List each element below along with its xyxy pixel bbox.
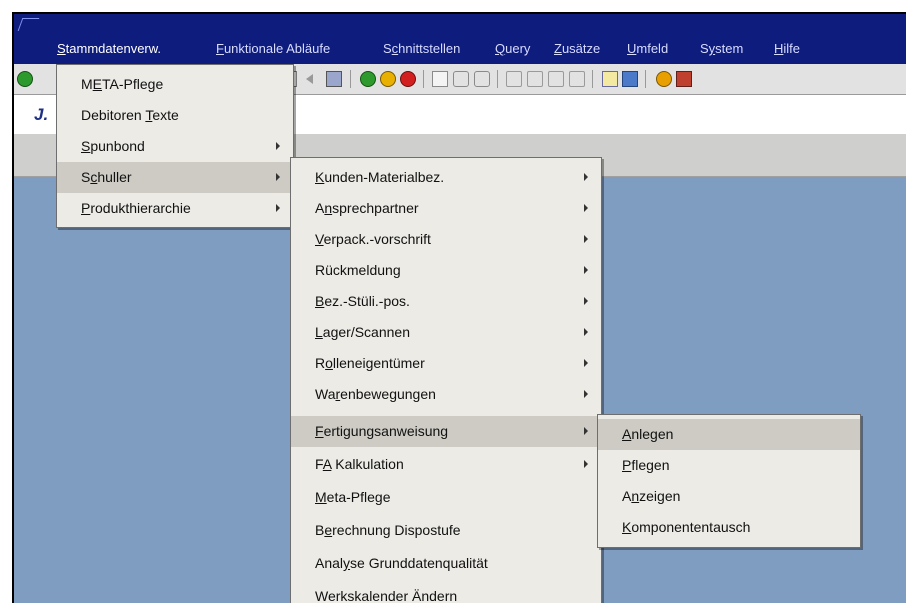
- submenu-arrow-icon: [584, 235, 588, 243]
- menu2-item-label: Meta-Pflege: [315, 489, 391, 505]
- next-page-icon[interactable]: [548, 71, 564, 87]
- menu2-item-label: FA Kalkulation: [315, 456, 404, 472]
- menu1-item-schuller[interactable]: Schuller: [57, 162, 293, 193]
- menu2-item-label: Kunden-Materialbez.: [315, 169, 445, 185]
- menu-fertigungsanweisung-submenu: Anlegen Pflegen Anzeigen Komponententaus…: [597, 414, 861, 548]
- submenu-arrow-icon: [584, 297, 588, 305]
- back-icon[interactable]: [306, 74, 313, 84]
- first-page-icon[interactable]: [506, 71, 522, 87]
- submenu-arrow-icon: [276, 173, 280, 181]
- menu2-item-fertigungsanweisung[interactable]: Fertigungsanweisung: [291, 416, 601, 447]
- menu1-item-meta-pflege[interactable]: META-Pflege: [57, 69, 293, 100]
- menu-stammdatenverw-dropdown: META-Pflege Debitoren Texte Spunbond Sch…: [56, 64, 294, 228]
- menu-bar: Stammdatenverw. Funktionale Abläufe Schn…: [14, 14, 906, 64]
- menu-stammdatenverw[interactable]: Stammdatenverw.: [57, 41, 161, 56]
- menu1-item-label: Debitoren Texte: [81, 107, 179, 123]
- menu2-item-verpack-vorschrift[interactable]: Verpack.-vorschrift: [291, 224, 601, 255]
- screen-title: J.: [34, 105, 49, 124]
- menu2-item-lager-scannen[interactable]: Lager/Scannen: [291, 317, 601, 348]
- shortcut-icon[interactable]: [622, 71, 638, 87]
- window-menu-icon[interactable]: [17, 18, 40, 31]
- menu3-item-komponententausch[interactable]: Komponententausch: [598, 512, 860, 543]
- submenu-arrow-icon: [584, 390, 588, 398]
- menu1-item-spunbond[interactable]: Spunbond: [57, 131, 293, 162]
- menu3-item-anzeigen[interactable]: Anzeigen: [598, 481, 860, 512]
- menu3-item-pflegen[interactable]: Pflegen: [598, 450, 860, 481]
- menu2-item-label: Berechnung Dispostufe: [315, 522, 461, 538]
- print-icon[interactable]: [432, 71, 448, 87]
- menu-funktionale-ablaeufe[interactable]: Funktionale Abläufe: [216, 41, 330, 56]
- menu2-item-kunden-materialbez[interactable]: Kunden-Materialbez.: [291, 162, 601, 193]
- menu1-item-debitoren-texte[interactable]: Debitoren Texte: [57, 100, 293, 131]
- menu-schnittstellen[interactable]: Schnittstellen: [383, 41, 460, 56]
- menu2-item-label: Rückmeldung: [315, 262, 401, 278]
- menu2-item-label: Ansprechpartner: [315, 200, 419, 216]
- new-session-icon[interactable]: [602, 71, 618, 87]
- menu-hilfe[interactable]: Hilfe: [774, 41, 800, 56]
- submenu-arrow-icon: [584, 427, 588, 435]
- menu-umfeld[interactable]: Umfeld: [627, 41, 668, 56]
- menu2-item-rolleneigentuemer[interactable]: Rolleneigentümer: [291, 348, 601, 379]
- toolbar-separator: [645, 70, 646, 88]
- menu2-item-rueckmeldung[interactable]: Rückmeldung: [291, 255, 601, 286]
- find-next-icon[interactable]: [474, 71, 490, 87]
- menu2-item-berechnung-dispostufe[interactable]: Berechnung Dispostufe: [291, 515, 601, 546]
- last-page-icon[interactable]: [569, 71, 585, 87]
- menu1-item-label: Produkthierarchie: [81, 200, 191, 216]
- menu-system[interactable]: System: [700, 41, 743, 56]
- find-icon[interactable]: [453, 71, 469, 87]
- toolbar-separator: [592, 70, 593, 88]
- menu3-item-label: Pflegen: [622, 457, 670, 473]
- menu2-item-label: Analyse Grunddatenqualität: [315, 555, 488, 571]
- menu2-item-label: Verpack.-vorschrift: [315, 231, 431, 247]
- sap-window: Stammdatenverw. Funktionale Abläufe Schn…: [12, 12, 906, 603]
- menu-query[interactable]: Query: [495, 41, 530, 56]
- menu2-item-meta-pflege[interactable]: Meta-Pflege: [291, 482, 601, 513]
- submenu-arrow-icon: [584, 460, 588, 468]
- submenu-arrow-icon: [584, 359, 588, 367]
- menu2-item-label: Bez.-Stüli.-pos.: [315, 293, 410, 309]
- menu2-item-label: Warenbewegungen: [315, 386, 436, 402]
- submenu-arrow-icon: [584, 173, 588, 181]
- menu2-item-bez-stueli-pos[interactable]: Bez.-Stüli.-pos.: [291, 286, 601, 317]
- submenu-arrow-icon: [276, 204, 280, 212]
- exit-icon[interactable]: [380, 71, 396, 87]
- menu-schuller-submenu: Kunden-Materialbez. Ansprechpartner Verp…: [290, 157, 602, 603]
- enter-icon[interactable]: [17, 71, 33, 87]
- menu-zusaetze[interactable]: Zusätze: [554, 41, 600, 56]
- toolbar-separator: [497, 70, 498, 88]
- menu1-item-label: META-Pflege: [81, 76, 164, 92]
- menu1-item-label: Spunbond: [81, 138, 145, 154]
- save-icon[interactable]: [326, 71, 342, 87]
- menu3-item-label: Anlegen: [622, 426, 674, 442]
- menu2-item-label: Rolleneigentümer: [315, 355, 425, 371]
- menu2-item-ansprechpartner[interactable]: Ansprechpartner: [291, 193, 601, 224]
- menu3-item-label: Anzeigen: [622, 488, 681, 504]
- menu2-item-fa-kalkulation[interactable]: FA Kalkulation: [291, 449, 601, 480]
- submenu-arrow-icon: [584, 266, 588, 274]
- prev-page-icon[interactable]: [527, 71, 543, 87]
- menu2-item-label: Lager/Scannen: [315, 324, 410, 340]
- help-icon[interactable]: [656, 71, 672, 87]
- menu2-item-label: Fertigungsanweisung: [315, 423, 449, 439]
- menu3-item-label: Komponententausch: [622, 519, 751, 535]
- toolbar-separator: [423, 70, 424, 88]
- submenu-arrow-icon: [276, 142, 280, 150]
- menu1-item-label: Schuller: [81, 169, 132, 185]
- menu3-item-anlegen[interactable]: Anlegen: [598, 419, 860, 450]
- submenu-arrow-icon: [584, 328, 588, 336]
- submenu-arrow-icon: [584, 204, 588, 212]
- menu1-item-produkthierarchie[interactable]: Produkthierarchie: [57, 193, 293, 224]
- menu2-item-analyse-grunddatenqualitaet[interactable]: Analyse Grunddatenqualität: [291, 548, 601, 579]
- green-back-icon[interactable]: [360, 71, 376, 87]
- layout-icon[interactable]: [676, 71, 692, 87]
- cancel-icon[interactable]: [400, 71, 416, 87]
- menu2-item-warenbewegungen[interactable]: Warenbewegungen: [291, 379, 601, 410]
- menu2-item-werkskalender-aendern[interactable]: Werkskalender Ändern: [291, 581, 601, 603]
- toolbar-separator: [350, 70, 351, 88]
